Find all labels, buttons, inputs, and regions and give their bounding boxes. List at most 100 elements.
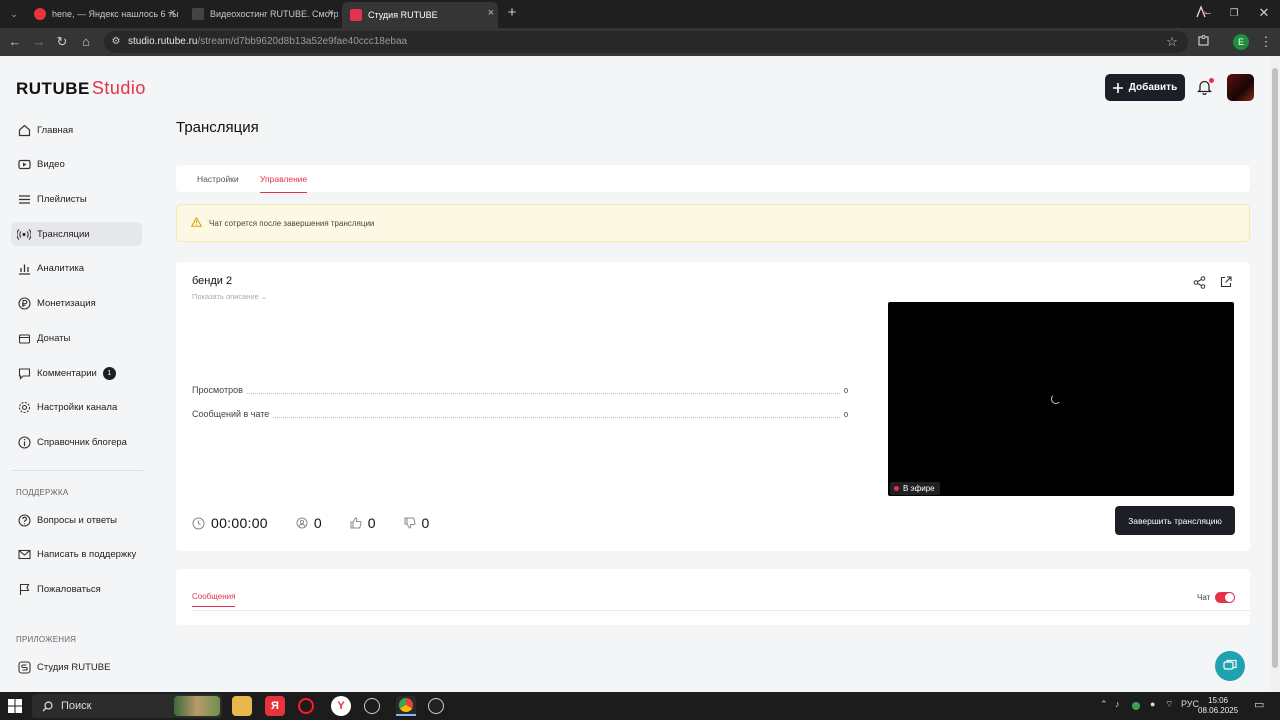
playlist-icon [17,192,31,206]
close-tab-icon[interactable]: × [488,7,494,19]
stream-metrics: 00:00:00 0 0 0 [192,515,457,531]
sidebar-item-faq[interactable]: Вопросы и ответы [11,508,142,532]
likes-metric: 0 [350,515,376,531]
microphone-icon[interactable]: ● [1150,699,1155,709]
show-description-link[interactable]: Показать описание ⌄ [192,292,267,301]
bookmark-star-icon[interactable]: ☆ [1164,34,1180,50]
video-icon [17,157,31,171]
browser-address-bar: ← → ↻ ⌂ ⚙ studio.rutube.ru/stream/d7bb96… [0,28,1280,56]
user-avatar[interactable] [1227,74,1254,101]
likes-value: 0 [367,515,376,531]
clock-time: 15:06 [1208,696,1229,705]
dislikes-metric: 0 [404,515,429,531]
tray-app-icon[interactable] [1132,702,1140,710]
sidebar-item-blogger-guide[interactable]: Справочник блогера [11,430,142,454]
home-browser-icon[interactable]: ⌂ [78,34,94,50]
profile-avatar[interactable]: E [1233,34,1249,50]
logo-main: RUTUBE [16,79,90,98]
sidebar-item-label: Трансляции [37,228,90,240]
obs-icon[interactable] [428,698,444,714]
url-field[interactable]: ⚙ studio.rutube.ru/stream/d7bb9620d8b13a… [104,31,1188,53]
browser-menu-icon[interactable]: ⋮ [1258,34,1274,50]
sidebar-item-video[interactable]: Видео [11,152,142,176]
minimize-icon[interactable]: – [1200,6,1216,22]
rutube-studio-logo[interactable]: RUTUBE Studio [16,78,146,99]
sidebar-item-write-support[interactable]: Написать в поддержку [11,542,142,566]
sidebar-item-home[interactable]: Главная [11,118,142,142]
tab-title: Студия RUTUBE [368,10,438,20]
tab-list-icon[interactable]: ⌄ [6,6,22,22]
taskbar-app-icon[interactable] [364,698,380,714]
windows-taskbar: Поиск Я Y ⌃ ♪ ● ⌔ РУС 15:06 08.06.2025 ▭ [0,692,1280,720]
sidebar-item-analytics[interactable]: Аналитика [11,256,142,280]
back-icon[interactable]: ← [7,34,23,50]
scrollbar-thumb[interactable] [1272,68,1278,668]
info-icon [17,435,31,449]
sidebar-item-report[interactable]: Пожаловаться [11,577,142,601]
open-external-icon[interactable] [1220,276,1232,288]
language-indicator[interactable]: РУС [1181,699,1199,709]
live-dot-icon [894,486,899,491]
tab-messages[interactable]: Сообщения [192,592,236,607]
taskbar-search[interactable]: Поиск [32,694,222,718]
new-tab-icon[interactable]: + [504,5,520,21]
sidebar-item-broadcasts[interactable]: Трансляции [11,222,142,246]
sidebar-item-label: Донаты [37,332,71,344]
stat-value: 0 [843,409,848,419]
tab-settings[interactable]: Настройки [197,174,239,184]
reload-icon[interactable]: ↻ [54,34,70,50]
notifications-icon[interactable]: ▭ [1254,698,1264,711]
warning-icon [191,217,202,227]
viewers-metric: 0 [296,515,322,531]
sidebar-item-playlists[interactable]: Плейлисты [11,187,142,211]
chat-toggle[interactable] [1215,592,1235,603]
browser-tab-studio[interactable]: Студия RUTUBE × [342,2,498,28]
chrome-icon[interactable] [396,696,416,716]
windows-start-icon[interactable] [8,699,22,713]
yandex-icon[interactable]: Y [331,696,351,716]
sidebar-item-monetization[interactable]: Монетизация [11,291,142,315]
sidebar-item-label: Аналитика [37,262,85,274]
sidebar-item-studio-app[interactable]: Студия RUTUBE [11,655,142,679]
sidebar-item-label: Студия RUTUBE [37,661,111,673]
sidebar-item-label: Монетизация [37,297,96,309]
clock-date: 08.06.2025 [1198,706,1239,715]
stat-row-chat-messages: Сообщений в чате 0 [192,408,848,420]
volume-mixer-icon[interactable]: ♪ [1115,699,1120,709]
close-window-icon[interactable]: ✕ [1256,5,1272,21]
add-button[interactable]: Добавить [1105,74,1185,101]
stream-timer: 00:00:00 [192,515,268,531]
browser-tab-yandex[interactable]: hene, — Яндекс нашлось 6 ты × [30,4,180,24]
opera-icon[interactable] [298,698,314,714]
tab-management[interactable]: Управление [260,174,308,193]
wifi-icon[interactable]: ⌔ [1165,699,1173,710]
sidebar-item-channel-settings[interactable]: Настройки канала [11,395,142,419]
home-icon [17,123,31,137]
help-chat-icon [1223,659,1237,670]
sidebar-divider [12,470,143,471]
page-scrollbar[interactable] [1270,56,1280,692]
chat-toggle-label: Чат [1197,593,1211,602]
url-text: studio.rutube.ru/stream/d7bb9620d8b13a52… [128,36,407,47]
close-tab-icon[interactable]: × [170,7,176,19]
help-chat-button[interactable] [1215,651,1245,681]
forward-icon[interactable]: → [31,34,47,50]
site-info-icon[interactable]: ⚙ [108,34,124,50]
live-label: В эфире [903,484,935,493]
share-icon[interactable] [1193,276,1206,289]
end-stream-button[interactable]: Завершить трансляцию [1115,506,1235,535]
search-highlight-image-icon [174,696,220,716]
stream-preview-player[interactable]: В эфире [888,302,1234,496]
sidebar-item-comments[interactable]: Комментарии 1 [11,361,142,385]
browser-tab-rutube[interactable]: Видеохостинг RUTUBE. Смотрі × [188,4,338,24]
extensions-puzzle-icon[interactable] [1197,34,1213,50]
close-tab-icon[interactable]: × [328,7,334,19]
taskbar-clock[interactable]: 15:06 08.06.2025 [1198,696,1238,716]
restore-icon[interactable]: ❐ [1226,6,1242,22]
file-explorer-icon[interactable] [232,696,252,716]
yandex-browser-icon[interactable]: Я [265,696,285,716]
plus-icon [1112,82,1123,93]
viewers-value: 0 [313,515,322,531]
sidebar-item-donations[interactable]: Донаты [11,326,142,350]
tray-chevron-icon[interactable]: ⌃ [1100,699,1108,710]
